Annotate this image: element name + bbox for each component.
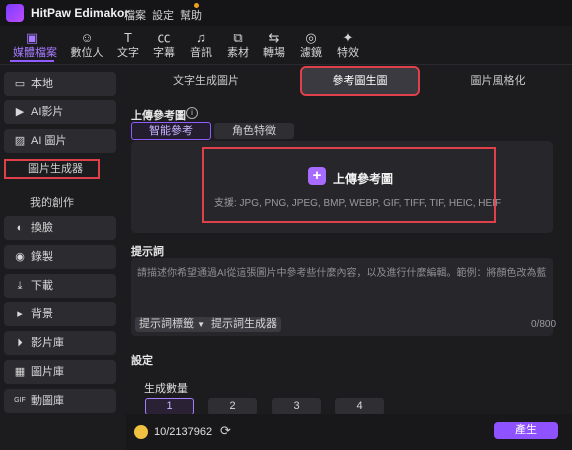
sidebar-sub-image-generator[interactable]: 圖片生成器 [4,159,100,179]
text-icon: T [124,30,132,45]
tool-media[interactable]: ▣ 媒體檔案 [13,26,57,64]
sidebar-item-video-library[interactable]: ⏵ 影片庫 [4,331,116,355]
folder-icon: ▣ [25,30,39,45]
settings-label: 設定 [131,355,153,367]
sidebar-item-download[interactable]: ⤓ 下載 [4,274,116,298]
upload-section-label: 上傳參考圖 [131,110,186,122]
tool-avatar[interactable]: ☺ 數位人 [68,26,106,64]
quantity-label: 生成數量 [144,383,188,395]
tool-captions[interactable]: ㏄ 字幕 [145,26,183,64]
prompt-generator-button[interactable]: 提示詞生成器 [207,317,281,332]
sidebar-item-face-swap[interactable]: ◐ 換臉 [4,216,116,240]
active-tool-underline [10,60,54,62]
tool-text[interactable]: T 文字 [109,26,147,64]
image-library-icon: ▦ [14,366,26,378]
plus-icon[interactable]: + [308,167,326,185]
effects-icon: ✦ [342,30,354,45]
record-icon: ◉ [15,251,25,263]
generate-button[interactable]: 產生 [494,422,558,439]
top-toolbar: ▣ 媒體檔案 ☺ 數位人 T 文字 ㏄ 字幕 ♫ 音訊 ⧉ 素材 ⇆ 轉場 ◎ … [0,26,572,65]
tool-audio[interactable]: ♫ 音訊 [182,26,220,64]
coin-icon [134,425,148,439]
prompt-label: 提示詞 [131,246,164,258]
sidebar-item-background[interactable]: ▸ 背景 [4,302,116,326]
gif-icon: GIF [14,397,26,404]
prompt-placeholder: 請描述你希望通過AI從這張圖片中參考些什麼內容，以及進行什麼編輯。範例：將顏色改… [137,268,547,279]
ai-video-icon: ▶ [15,106,25,118]
quantity-option-4[interactable]: 4 [335,398,384,415]
avatar-icon: ☺ [80,30,94,45]
sidebar-item-gif-library[interactable]: GIF 動圖庫 [4,389,116,413]
sidebar-sub-my-creations[interactable]: 我的創作 [30,194,74,210]
chevron-down-icon: ▼ [197,320,205,329]
quantity-option-2[interactable]: 2 [208,398,257,415]
tab-image-to-image[interactable]: 參考圖生圖 [300,66,420,96]
video-library-icon: ⏵ [17,337,23,349]
tool-effects[interactable]: ✦ 特效 [329,26,367,64]
menu-help[interactable]: 幫助 [180,7,202,23]
tool-filters[interactable]: ◎ 濾鏡 [292,26,330,64]
sidebar-item-ai-video[interactable]: ▶ AI影片 [4,100,116,124]
mode-smart-reference[interactable]: 智能參考 [131,122,211,140]
quantity-option-3[interactable]: 3 [272,398,321,415]
sidebar-item-local[interactable]: ▭ 本地 [4,72,116,96]
sidebar: ▭ 本地 ▶ AI影片 ▨ AI 圖片 圖片生成器 我的創作 ◐ 換臉 ◉ 錄製… [4,66,120,450]
folder-icon: ▭ [14,78,26,90]
app-title: HitPaw Edimakor [31,6,130,20]
credits-count: 10/2137962 [154,426,213,438]
download-icon: ⤓ [17,280,23,292]
captions-icon: ㏄ [157,30,171,45]
music-icon: ♫ [196,30,206,45]
filter-icon: ◎ [305,30,317,45]
menu-file[interactable]: 檔案 [124,7,146,23]
sidebar-item-ai-image[interactable]: ▨ AI 圖片 [4,129,116,153]
sticker-icon: ⧉ [233,30,243,45]
menu-settings[interactable]: 設定 [152,7,174,23]
tool-transitions[interactable]: ⇆ 轉場 [255,26,293,64]
tab-text-to-image[interactable]: 文字生成圖片 [136,68,276,94]
sidebar-item-record[interactable]: ◉ 錄製 [4,245,116,269]
prompt-tags-dropdown[interactable]: 提示詞標籤 ▼ [135,317,209,332]
transition-icon: ⇆ [268,30,280,45]
info-icon[interactable]: i [186,107,198,119]
prompt-char-count: 0/800 [531,319,557,330]
face-swap-icon: ◐ [16,222,24,234]
mode-tabs: 文字生成圖片 參考圖生圖 圖片風格化 [126,66,566,96]
app-logo-icon [6,4,24,22]
sidebar-item-image-library[interactable]: ▦ 圖片庫 [4,360,116,384]
refresh-icon[interactable]: ⟳ [220,423,231,439]
tab-image-stylize[interactable]: 圖片風格化 [446,68,550,94]
mode-character-features[interactable]: 角色特徵 [214,123,294,139]
image-icon: ▨ [14,135,26,147]
play-triangle-icon: ▸ [17,308,23,320]
supported-formats: 支援: JPG, PNG, JPEG, BMP, WEBP, GIF, TIFF… [214,198,502,209]
notification-dot [194,3,199,8]
upload-button-label[interactable]: 上傳參考圖 [333,170,393,187]
tool-stickers[interactable]: ⧉ 素材 [219,26,257,64]
quantity-option-1[interactable]: 1 [145,398,194,415]
